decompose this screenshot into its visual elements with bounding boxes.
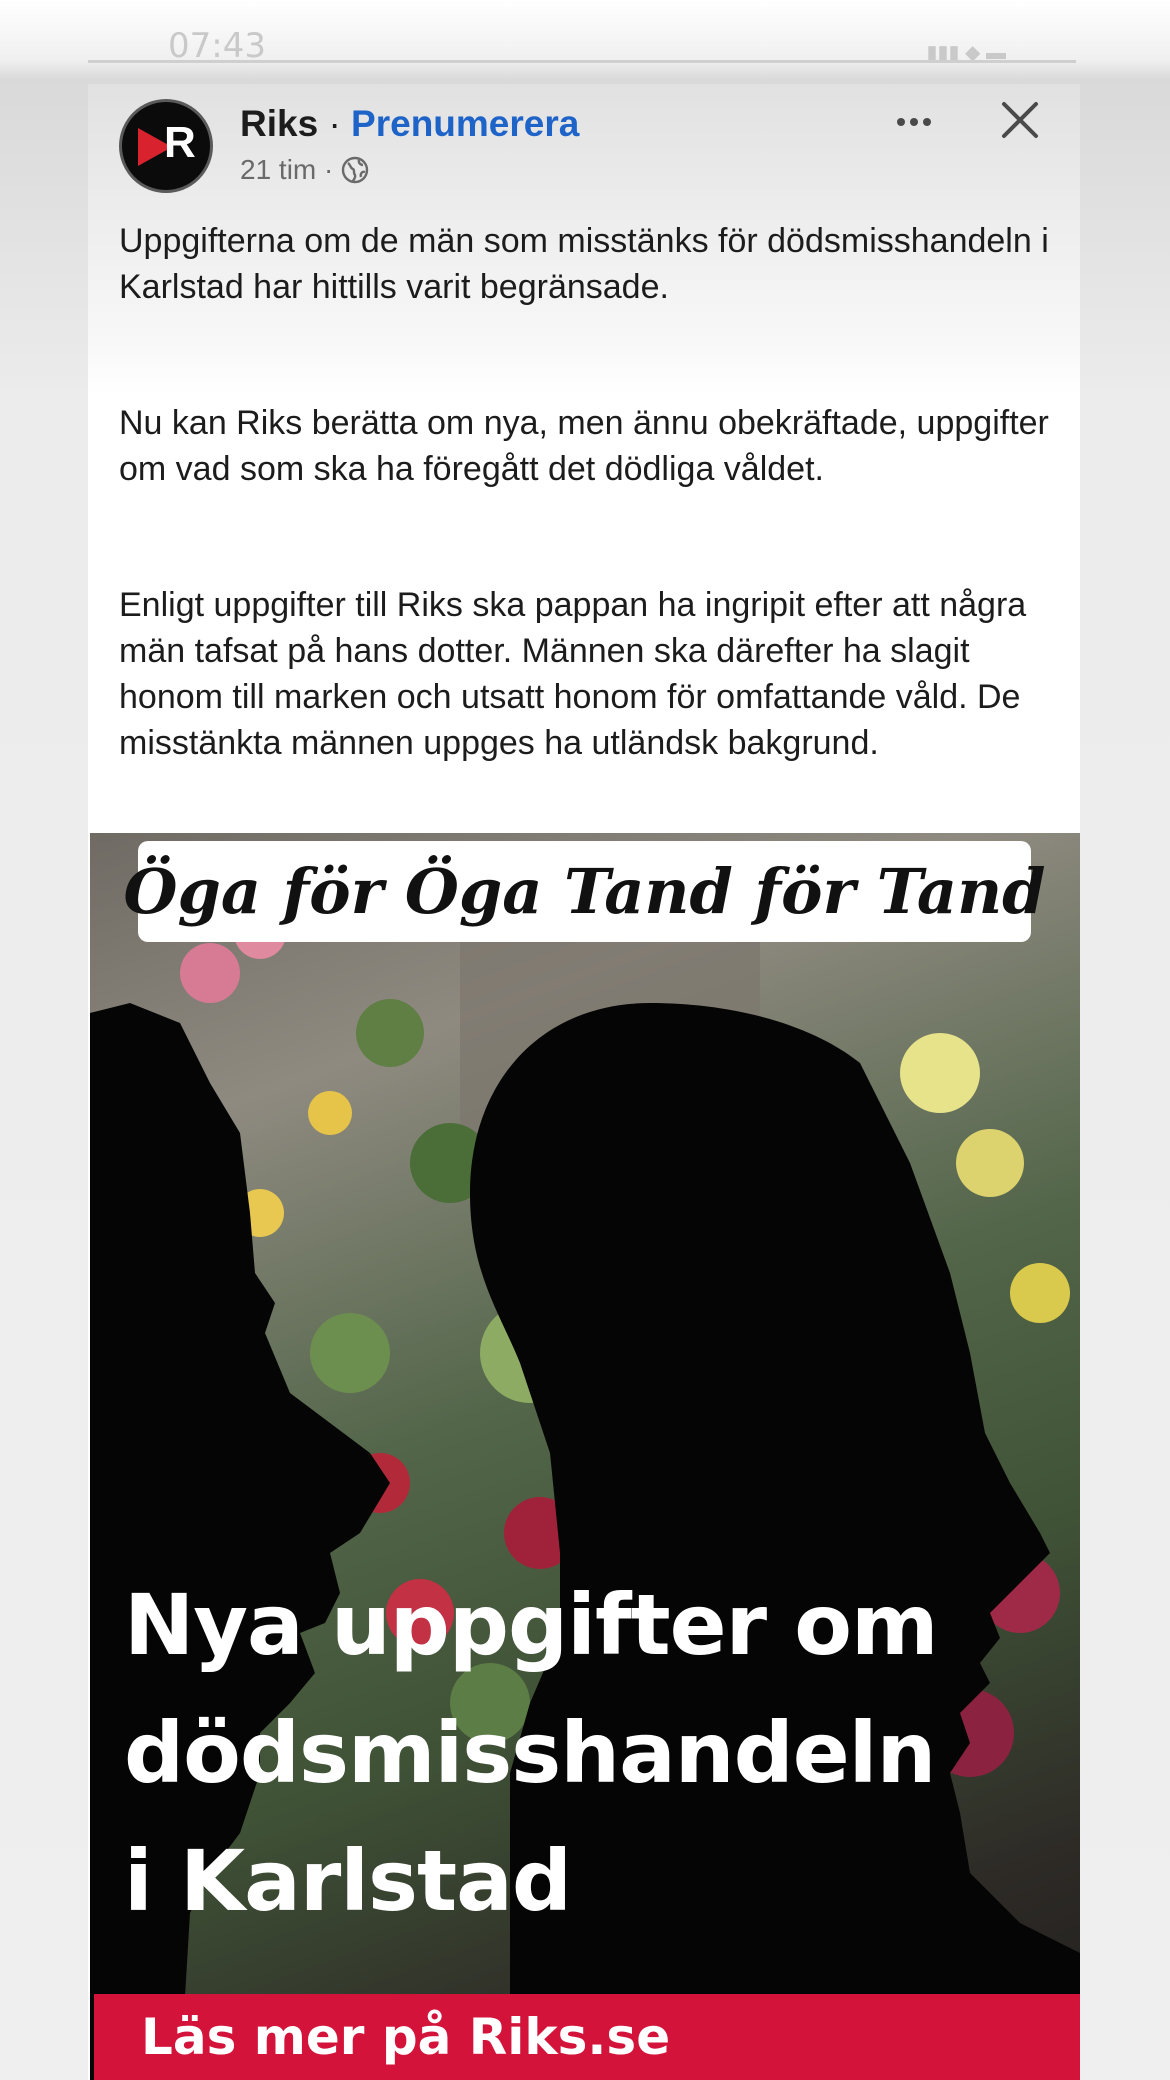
status-bar: 07:43 ▮▮▮ ◆ ▬ [88,0,1076,66]
post-timestamp[interactable]: 21 tim · [240,154,333,186]
headline-line: dödsmisshandeln [124,1704,936,1802]
post-author-row: Riks · Prenumerera [240,102,579,146]
author-separator: · [328,103,341,144]
more-icon-dot [897,118,905,126]
banner-title: Öga för Öga Tand för Tand [123,855,1046,928]
post-paragraph: Uppgifterna om de män som misstänks för … [119,222,1049,306]
globe-icon [342,156,369,184]
status-divider [88,60,1076,63]
image-headline: Nya uppgifter om dödsmisshandeln i Karls… [124,1561,1024,1945]
image-banner: Öga för Öga Tand för Tand [124,841,1046,942]
read-more-bar[interactable]: Läs mer på Riks.se [94,1994,1080,2080]
headline-line: Nya uppgifter om [124,1576,939,1674]
post-paragraph: Enligt uppgifter till Riks ska pappan ha… [119,586,1027,762]
avatar-letter: R [164,118,196,167]
post-meta: 21 tim · [240,154,369,186]
more-options-button[interactable] [886,102,942,142]
headline-line: i Karlstad [124,1832,572,1930]
page-avatar[interactable]: R [119,99,213,193]
post-image[interactable]: Öga för Öga Tand för Tand Nya uppgifter … [90,833,1080,2080]
read-more-link[interactable]: Läs mer på Riks.se [141,2008,670,2066]
close-icon[interactable] [996,96,1044,144]
subscribe-button[interactable]: Prenumerera [351,103,579,144]
post-card: R Riks · Prenumerera 21 tim · Uppgiftern… [88,84,1080,2080]
page-name-link[interactable]: Riks [240,103,318,144]
more-icon-dot [910,118,918,126]
more-icon-dot [923,118,931,126]
post-paragraph: Nu kan Riks berätta om nya, men ännu obe… [119,404,1049,488]
